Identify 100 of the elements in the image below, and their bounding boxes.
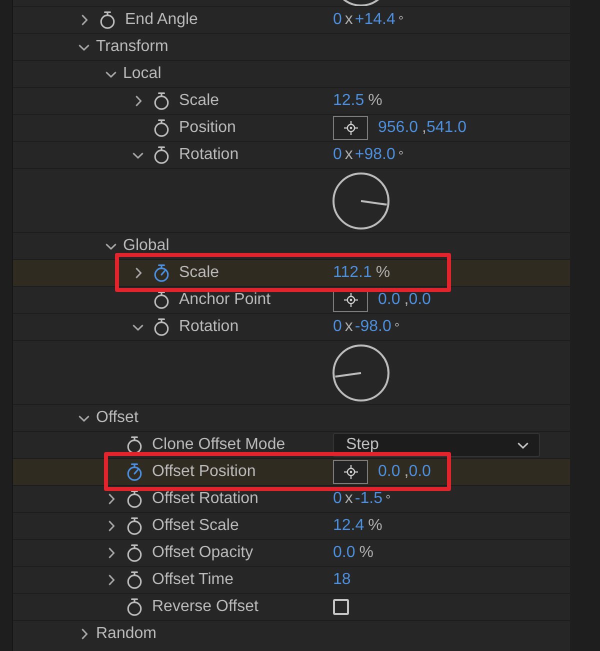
property-row[interactable]: Offset Position 0.0 ,0.0: [13, 458, 570, 485]
angle-dial: [343, 0, 379, 6]
property-label: End Angle: [125, 11, 198, 29]
scrub-value[interactable]: 12.5: [333, 92, 364, 110]
property-label: Offset Opacity: [152, 544, 254, 562]
multiplier-sign: x: [344, 146, 353, 164]
property-row[interactable]: Offset Time 18: [13, 566, 570, 593]
value-separator: ,: [422, 119, 426, 137]
property-row[interactable]: Clone Offset Mode Step: [13, 431, 570, 458]
multiplier-sign: x: [344, 318, 353, 336]
stopwatch-icon[interactable]: [153, 318, 170, 336]
turns-value[interactable]: 0: [333, 490, 342, 508]
crosshair-icon: [344, 465, 358, 479]
chevron-down-icon[interactable]: [78, 414, 90, 422]
chevron-right-icon[interactable]: [108, 574, 114, 586]
chevron-down-icon[interactable]: [105, 242, 117, 250]
chevron-right-icon[interactable]: [134, 95, 142, 107]
property-label: Scale: [179, 92, 220, 110]
property-label: Offset Time: [152, 571, 234, 589]
property-row[interactable]: Scale 112.1 %: [13, 259, 570, 286]
stopwatch-icon[interactable]: [126, 517, 143, 535]
y-value[interactable]: 541.0: [426, 119, 467, 137]
degrees-value[interactable]: -98.0: [354, 318, 392, 336]
property-label: Rotation: [179, 318, 239, 336]
chevron-right-icon[interactable]: [80, 14, 88, 26]
unit-label: °: [398, 148, 404, 162]
stopwatch-icon[interactable]: [153, 92, 170, 110]
stopwatch-icon[interactable]: [153, 146, 170, 164]
stopwatch-icon[interactable]: [126, 544, 143, 562]
unit-label: %: [359, 544, 374, 562]
property-row[interactable]: Scale 12.5 %: [13, 87, 570, 114]
group-row[interactable]: Offset: [13, 404, 570, 431]
degrees-value[interactable]: -1.5: [354, 490, 382, 508]
group-label: Offset: [96, 409, 138, 427]
x-value[interactable]: 956.0: [378, 119, 418, 137]
chevron-down-icon[interactable]: [78, 44, 90, 50]
stopwatch-icon[interactable]: [126, 571, 143, 589]
property-row[interactable]: Reverse Offset: [13, 593, 570, 620]
property-row[interactable]: Offset Scale 12.4 %: [13, 512, 570, 539]
stopwatch-icon[interactable]: [126, 436, 143, 454]
scrub-value[interactable]: 112.1: [333, 264, 372, 282]
stopwatch-icon[interactable]: [126, 490, 143, 508]
property-label: Reverse Offset: [152, 598, 258, 616]
unit-label: %: [376, 264, 390, 282]
checkbox[interactable]: [333, 599, 349, 615]
stopwatch-icon[interactable]: [99, 11, 116, 29]
turns-value[interactable]: 0: [333, 146, 342, 164]
property-label: Scale: [179, 264, 220, 282]
x-value[interactable]: 0.0: [378, 291, 400, 309]
chevron-right-icon[interactable]: [134, 267, 142, 279]
property-row[interactable]: End Angle 0 x+14.4 °: [13, 6, 570, 33]
stopwatch-icon[interactable]: [153, 119, 170, 137]
stopwatch-icon[interactable]: [126, 463, 143, 481]
chevron-down-icon[interactable]: [132, 152, 144, 158]
property-row[interactable]: Offset Opacity 0.0 %: [13, 539, 570, 566]
turns-value[interactable]: 0: [333, 11, 342, 29]
scrub-value[interactable]: 18: [333, 571, 351, 589]
chevron-right-icon[interactable]: [108, 547, 114, 559]
stopwatch-icon[interactable]: [153, 291, 170, 309]
multiplier-sign: x: [344, 11, 353, 29]
property-row[interactable]: Offset Rotation 0 x-1.5 °: [13, 485, 570, 512]
group-label: Transform: [96, 38, 168, 56]
property-label: Position: [179, 119, 236, 137]
value-separator: ,: [404, 291, 409, 309]
group-row[interactable]: Random: [13, 620, 570, 647]
group-row[interactable]: Transform: [13, 33, 570, 60]
y-value[interactable]: 0.0: [408, 291, 431, 309]
property-label: Offset Scale: [152, 517, 239, 535]
property-row[interactable]: Position 956.0 ,541.0: [13, 114, 570, 141]
stopwatch-icon[interactable]: [126, 598, 143, 616]
rotation-dial[interactable]: [332, 344, 390, 402]
property-row[interactable]: Anchor Point 0.0 ,0.0: [13, 286, 570, 313]
group-label: Random: [96, 625, 156, 643]
stopwatch-icon[interactable]: [153, 264, 170, 282]
chevron-down-icon[interactable]: [105, 70, 117, 78]
crosshair-icon: [344, 293, 358, 307]
chevron-right-icon[interactable]: [108, 493, 114, 505]
target-button[interactable]: [333, 460, 368, 484]
turns-value[interactable]: 0: [333, 318, 342, 336]
target-button[interactable]: [333, 116, 368, 140]
rotation-dial[interactable]: [332, 172, 390, 230]
chevron-right-icon[interactable]: [80, 628, 88, 640]
chevron-down-icon[interactable]: [132, 324, 144, 330]
degrees-value[interactable]: +14.4: [354, 11, 396, 29]
unit-label: °: [394, 320, 400, 334]
chevron-down-icon[interactable]: [517, 442, 529, 448]
property-row[interactable]: Rotation 0 x-98.0 °: [13, 313, 570, 340]
group-row[interactable]: Local: [13, 60, 570, 87]
mode-dropdown[interactable]: Step: [333, 433, 540, 457]
property-label: Anchor Point: [179, 291, 271, 309]
degrees-value[interactable]: +98.0: [354, 146, 396, 164]
y-value[interactable]: 0.0: [408, 463, 431, 481]
unit-label: %: [368, 92, 382, 110]
scrub-value[interactable]: 12.4: [333, 517, 364, 535]
group-label: Global: [123, 237, 170, 255]
x-value[interactable]: 0.0: [378, 463, 400, 481]
property-label: Clone Offset Mode: [152, 436, 286, 454]
scrub-value[interactable]: 0.0: [333, 544, 356, 562]
property-row[interactable]: Rotation 0 x+98.0 °: [13, 141, 570, 168]
chevron-right-icon[interactable]: [108, 520, 114, 532]
